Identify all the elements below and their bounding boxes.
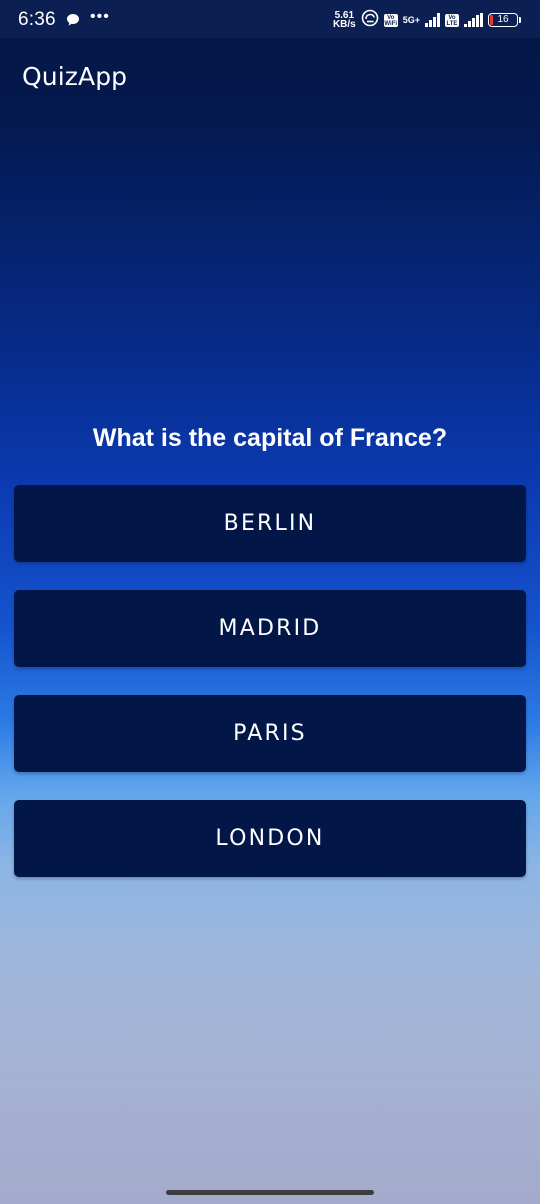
app-title: QuizApp <box>22 62 128 91</box>
battery-fill <box>490 15 493 25</box>
vowifi-badge: Vo WiFi <box>383 13 398 27</box>
question-text: What is the capital of France? <box>92 424 448 452</box>
signal-icon-2 <box>464 13 483 27</box>
status-bar: 6:36 ••• 5.61 KB/s Vo WiFi 5G+ Vo LTE 16 <box>0 0 540 38</box>
network-type: 5G+ <box>402 14 420 25</box>
answer-button-paris[interactable]: PARIS <box>14 695 526 772</box>
signal-icon <box>425 13 440 27</box>
status-time: 6:36 <box>18 9 56 30</box>
answer-button-berlin[interactable]: BERLIN <box>14 485 526 562</box>
answer-button-madrid[interactable]: MADRID <box>14 590 526 667</box>
hotspot-icon <box>361 9 379 32</box>
chat-bubble-icon <box>66 13 80 32</box>
status-indicators: 5.61 KB/s Vo WiFi 5G+ Vo LTE 16 <box>332 8 521 32</box>
home-indicator[interactable] <box>166 1190 374 1195</box>
more-dots-icon: ••• <box>90 8 110 25</box>
network-speed: 5.61 KB/s <box>332 11 356 30</box>
volte-badge: Vo LTE <box>445 13 459 27</box>
answer-button-london[interactable]: LONDON <box>14 800 526 877</box>
network-speed-unit: KB/s <box>332 19 356 30</box>
answer-list: BERLIN MADRID PARIS LONDON <box>14 485 526 905</box>
battery-icon: 16 <box>488 13 521 27</box>
battery-level: 16 <box>497 14 509 25</box>
